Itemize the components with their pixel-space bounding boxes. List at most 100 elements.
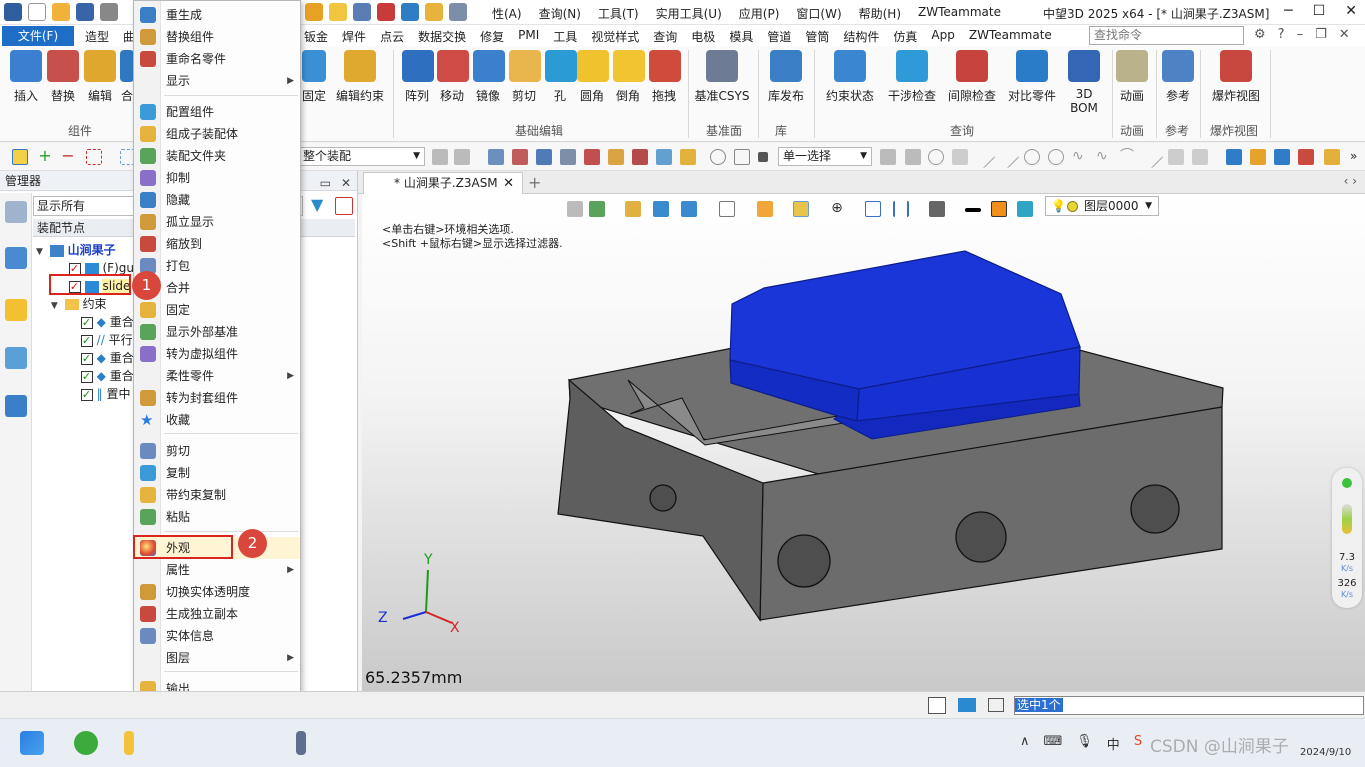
part-library-icon[interactable] — [5, 299, 27, 321]
menu-item-info[interactable]: 实体信息 — [134, 625, 300, 647]
menu-item-hide[interactable]: 隐藏 — [134, 189, 300, 211]
menu-item-submenu-3[interactable]: 显示 ▶ — [134, 70, 300, 92]
snap-2-icon[interactable] — [512, 149, 528, 165]
move-button[interactable]: 移动 — [437, 50, 469, 104]
menu-apps[interactable]: 应用(P) — [739, 5, 780, 22]
snap-7-icon[interactable] — [632, 149, 648, 165]
tab-mold[interactable]: 模具 — [729, 28, 753, 45]
menu-tools[interactable]: 工具(T) — [598, 5, 639, 22]
view-manager-icon[interactable] — [5, 347, 27, 369]
pattern-button[interactable]: 阵列 — [402, 50, 434, 104]
menu-item-transparency[interactable]: 切换实体透明度 — [134, 581, 300, 603]
curve-icon[interactable]: ∿ — [1072, 149, 1088, 165]
new-file-icon[interactable] — [28, 3, 46, 21]
combine-button[interactable]: 合 — [120, 50, 134, 104]
points-icon[interactable] — [952, 149, 968, 165]
app-tray-icon[interactable]: S — [1134, 734, 1142, 753]
menu-item-replace[interactable]: 替换组件 — [134, 26, 300, 48]
face-icon[interactable] — [1168, 149, 1184, 165]
float-icon[interactable]: ❐ — [1315, 27, 1327, 42]
selection-mode-select[interactable]: 单一选择 ▼ — [778, 147, 872, 166]
connect-icon[interactable] — [377, 3, 395, 21]
file-tab[interactable]: 文件(F) — [2, 26, 74, 46]
browser-icon[interactable] — [74, 731, 98, 755]
filter-settings-icon[interactable] — [335, 197, 353, 215]
minimize-icon[interactable]: ─ — [1284, 3, 1292, 19]
menu-item-copy[interactable]: 复制 — [134, 462, 300, 484]
settings-icon[interactable]: ⚙ — [1254, 27, 1266, 42]
interference-check-button[interactable]: 干涉检查 — [884, 50, 940, 104]
filter-2-icon[interactable] — [454, 149, 470, 165]
part-3-icon[interactable] — [1274, 149, 1290, 165]
funnel-icon[interactable]: ▼ — [311, 197, 327, 215]
menu-item-folder[interactable]: 装配文件夹 — [134, 145, 300, 167]
filter-icon[interactable] — [432, 149, 448, 165]
menu-item-datum[interactable]: 显示外部基准 — [134, 321, 300, 343]
tab-modeling[interactable]: 造型 — [85, 28, 109, 45]
fillet-button[interactable]: 圆角 — [577, 50, 609, 104]
snap-3-icon[interactable] — [536, 149, 552, 165]
status-list-icon[interactable] — [988, 698, 1004, 712]
part-4-icon[interactable] — [1298, 149, 1314, 165]
running-app-icon[interactable] — [296, 731, 306, 755]
help-icon[interactable]: ? — [1278, 27, 1285, 42]
constraint-checkbox[interactable] — [80, 368, 93, 386]
keyboard-icon[interactable]: ⌨ — [1044, 734, 1063, 753]
menu-item-config[interactable]: 配置组件 — [134, 101, 300, 123]
command-search-input[interactable]: 查找命令 — [1089, 26, 1244, 45]
chamfer-button[interactable]: 倒角 — [613, 50, 645, 104]
menu-item-pack[interactable]: 打包 — [134, 255, 300, 277]
compare-part-button[interactable]: 对比零件 — [1004, 50, 1060, 104]
tab-list-icon[interactable]: ‹ › — [1344, 174, 1357, 188]
tab-piping[interactable]: 管道 — [767, 28, 791, 45]
rotate-icon[interactable] — [710, 149, 726, 165]
menu-zwteammate[interactable]: ZWTeammate — [918, 5, 1001, 22]
box-select-icon[interactable] — [86, 149, 102, 165]
face-2-icon[interactable] — [1192, 149, 1208, 165]
constraint-checkbox[interactable] — [80, 332, 93, 350]
menu-item-fix[interactable]: 固定 — [134, 299, 300, 321]
part-icon[interactable] — [1226, 149, 1242, 165]
menu-item-rename[interactable]: 重命名零件 — [134, 48, 300, 70]
new-tab-icon[interactable]: + — [528, 173, 541, 192]
edit-constraint-button[interactable]: 编辑约束 — [335, 50, 385, 104]
cut-button[interactable]: 剪切 — [509, 50, 541, 104]
tab-tubing[interactable]: 管筒 — [805, 28, 829, 45]
ime-icon[interactable]: 中 — [1107, 734, 1120, 753]
snap-6-icon[interactable] — [608, 149, 624, 165]
assembly-icon[interactable] — [401, 3, 419, 21]
snap-icon[interactable] — [488, 149, 504, 165]
line-3-icon[interactable] — [1140, 145, 1164, 169]
mirror-button[interactable]: 镜像 — [473, 50, 505, 104]
tab-data-exchange[interactable]: 数据交换 — [418, 28, 466, 45]
play-icon[interactable] — [928, 149, 944, 165]
menu-item-regen[interactable]: 重生成 — [134, 4, 300, 26]
circle-2-icon[interactable] — [1048, 149, 1064, 165]
snap-8-icon[interactable] — [656, 149, 672, 165]
tab-app[interactable]: App — [931, 28, 954, 45]
snap-5-icon[interactable] — [584, 149, 600, 165]
tab-repair[interactable]: 修复 — [480, 28, 504, 45]
tab-pointcloud[interactable]: 点云 — [380, 28, 404, 45]
close-doc-icon[interactable]: ✕ — [1339, 27, 1350, 42]
menu-item-copy-independent[interactable]: 生成独立副本 — [134, 603, 300, 625]
status-screen-icon[interactable] — [958, 698, 976, 712]
snap-4-icon[interactable] — [560, 149, 576, 165]
overflow-icon[interactable]: » — [1350, 149, 1365, 165]
tab-electrode[interactable]: 电极 — [691, 28, 715, 45]
menu-item-paste[interactable]: 粘贴 — [134, 506, 300, 528]
pan-icon[interactable] — [734, 149, 750, 165]
menu-attribute[interactable]: 性(A) — [492, 5, 522, 22]
tab-weldment[interactable]: 焊件 — [342, 28, 366, 45]
menu-item-suppress[interactable]: 抑制 — [134, 167, 300, 189]
close-panel-icon[interactable]: ✕ — [341, 173, 351, 193]
microphone-icon[interactable]: 🎙 — [1076, 734, 1093, 753]
tool-icon[interactable] — [305, 3, 323, 21]
maximize-icon[interactable]: ☐ — [1313, 3, 1326, 19]
constraint-status-button[interactable]: 约束状态 — [822, 50, 878, 104]
menu-help[interactable]: 帮助(H) — [859, 5, 901, 22]
document-tab[interactable]: * 山涧果子.Z3ASM ✕ — [363, 172, 523, 194]
constraint-checkbox[interactable] — [80, 350, 93, 368]
tab-simulation[interactable]: 仿真 — [893, 28, 917, 45]
3d-bom-button[interactable]: 3D BOM — [1062, 50, 1106, 115]
